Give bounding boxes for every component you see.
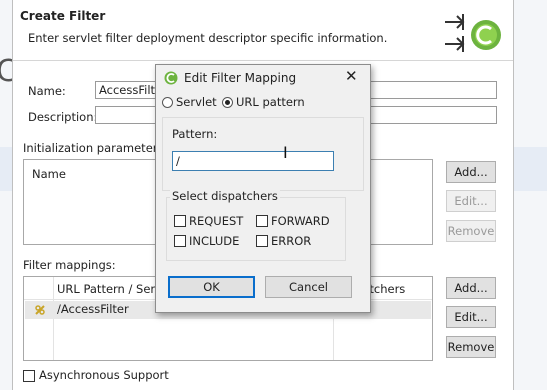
init-params-header-name: Name bbox=[32, 167, 66, 181]
text-cursor-icon: Ⅰ bbox=[283, 143, 288, 162]
pattern-label: Pattern: bbox=[172, 127, 218, 141]
dialog-title: Edit Filter Mapping bbox=[184, 71, 297, 85]
mapping-pattern-cell: /AccessFilter bbox=[57, 302, 129, 316]
init-remove-button[interactable]: Remove bbox=[446, 220, 496, 242]
request-checkbox[interactable] bbox=[174, 215, 186, 227]
wizard-title: Create Filter bbox=[20, 9, 106, 23]
url-pattern-radio-label: URL pattern bbox=[236, 95, 305, 109]
wizard-description: Enter servlet filter deployment descript… bbox=[28, 31, 388, 45]
init-edit-button[interactable]: Edit... bbox=[446, 190, 496, 212]
error-label: ERROR bbox=[271, 234, 312, 248]
forward-checkbox[interactable] bbox=[256, 215, 268, 227]
dispatchers-label: Select dispatchers bbox=[170, 189, 280, 203]
ok-button[interactable]: OK bbox=[168, 276, 255, 298]
filter-mapping-icon bbox=[35, 305, 45, 315]
close-icon[interactable]: ✕ bbox=[345, 67, 358, 85]
edit-filter-mapping-dialog: Edit Filter Mapping ✕ Servlet URL patter… bbox=[155, 64, 371, 313]
name-label: Name: bbox=[28, 84, 66, 98]
include-checkbox[interactable] bbox=[174, 235, 186, 247]
spring-leaf-icon bbox=[164, 71, 178, 85]
include-label: INCLUDE bbox=[189, 234, 240, 248]
dispatchers-group bbox=[166, 197, 346, 261]
wizard-banner: Create Filter Enter servlet filter deplo… bbox=[13, 0, 513, 61]
url-pattern-radio[interactable] bbox=[222, 97, 233, 108]
cancel-button[interactable]: Cancel bbox=[265, 276, 352, 298]
forward-label: FORWARD bbox=[271, 214, 330, 228]
async-support-label: Asynchronous Support bbox=[39, 368, 169, 382]
pattern-input[interactable]: / bbox=[172, 151, 334, 171]
servlet-radio[interactable] bbox=[162, 97, 173, 108]
mapping-remove-button[interactable]: Remove bbox=[446, 336, 496, 358]
error-checkbox[interactable] bbox=[256, 235, 268, 247]
mapping-edit-button[interactable]: Edit... bbox=[446, 306, 496, 328]
request-label: REQUEST bbox=[189, 214, 244, 228]
init-add-button[interactable]: Add... bbox=[446, 161, 496, 183]
filter-mappings-label: Filter mappings: bbox=[23, 258, 116, 272]
servlet-radio-label: Servlet bbox=[176, 95, 217, 109]
mapping-add-button[interactable]: Add... bbox=[446, 277, 496, 299]
description-label: Description: bbox=[28, 110, 98, 124]
async-support-checkbox[interactable] bbox=[23, 370, 35, 382]
spring-wizard-icon bbox=[445, 14, 501, 52]
init-params-label: Initialization parameters: bbox=[23, 141, 168, 155]
